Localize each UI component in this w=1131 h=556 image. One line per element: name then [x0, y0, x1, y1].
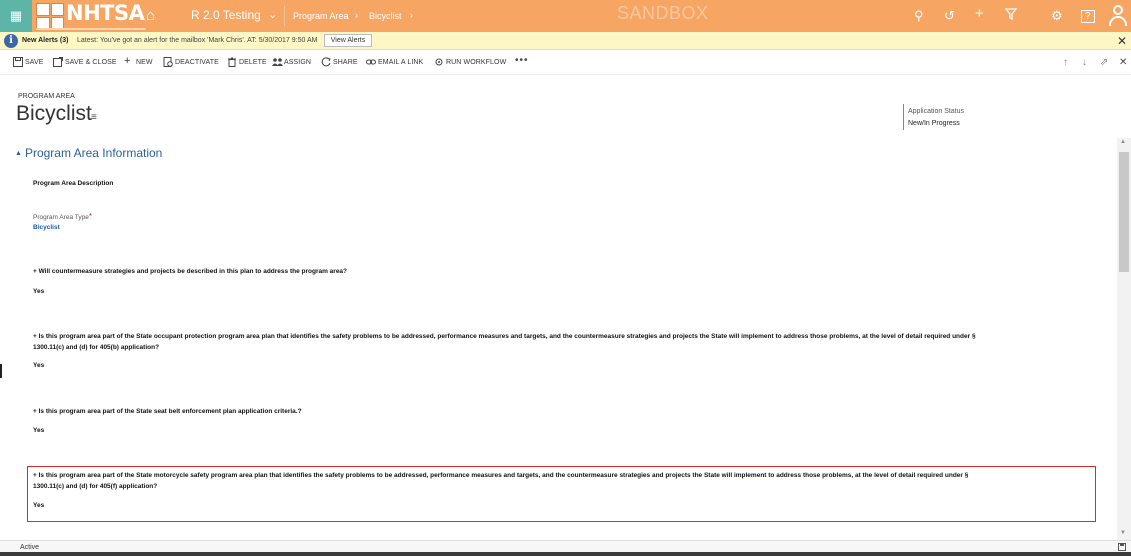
gear-icon[interactable]: ⚙ — [1051, 8, 1063, 24]
cursor-marker — [0, 364, 2, 378]
alert-bar: i New Alerts (3) Latest: You've got an a… — [0, 32, 1131, 50]
plus-icon: + — [124, 55, 131, 67]
breadcrumb-bicyclist[interactable]: Bicyclist — [369, 11, 402, 21]
deactivate-button[interactable]: DEACTIVATE — [163, 57, 219, 67]
save-icon — [13, 57, 23, 67]
program-area-type-label: Program Area Type* — [33, 212, 93, 221]
chevron-down-icon[interactable]: ⌄ — [268, 8, 277, 21]
entity-type-label: PROGRAM AREA — [18, 93, 75, 100]
collapse-arrow-icon[interactable]: ▲ — [15, 150, 22, 157]
waffle-icon[interactable]: ▦ — [0, 0, 32, 32]
answer-motorcycle-safety[interactable]: Yes — [33, 502, 44, 509]
deactivate-icon — [163, 57, 173, 67]
app-name[interactable]: R 2.0 Testing — [191, 8, 261, 22]
info-icon: i — [4, 34, 18, 48]
plus-icon[interactable]: + — [975, 6, 984, 22]
record-status: Active — [20, 544, 40, 551]
scroll-down-icon[interactable]: ▼ — [1120, 530, 1126, 536]
nhtsa-logo-mark — [36, 3, 64, 29]
expand-icon[interactable]: ⇗ — [1100, 57, 1108, 68]
nhtsa-logo[interactable]: NHTSA — [66, 1, 145, 25]
arrow-down-icon[interactable]: ↓ — [1082, 57, 1087, 68]
top-nav-bar: ▦ NHTSA ⌂ R 2.0 Testing ⌄ Program Area ›… — [0, 0, 1131, 32]
close-icon[interactable]: ✕ — [1117, 34, 1127, 48]
status-value: New/In Progress — [908, 120, 960, 127]
people-icon — [272, 57, 283, 67]
logo-underline — [36, 28, 146, 30]
save-close-button[interactable]: SAVE & CLOSE — [53, 57, 117, 67]
answer-seat-belt[interactable]: Yes — [33, 427, 44, 434]
question-motorcycle-safety: + Is this program area part of the State… — [33, 472, 969, 490]
arrow-up-icon[interactable]: ↑ — [1063, 57, 1068, 68]
view-alerts-button[interactable]: View Alerts — [324, 34, 372, 47]
workflow-icon — [434, 57, 444, 67]
scroll-up-icon[interactable]: ▲ — [1120, 139, 1126, 145]
status-label: Application Status — [908, 108, 965, 115]
question-countermeasure: + Will countermeasure strategies and pro… — [33, 268, 348, 275]
section-header[interactable]: ▲ Program Area Information — [15, 146, 162, 160]
delete-button[interactable]: DELETE — [227, 57, 267, 67]
chevron-right-icon: › — [355, 10, 358, 20]
share-icon — [321, 57, 331, 67]
run-workflow-button[interactable]: RUN WORKFLOW — [434, 57, 506, 67]
question-seat-belt: + Is this program area part of the State… — [33, 408, 302, 415]
bottom-edge — [0, 552, 1131, 556]
required-marker: * — [88, 212, 93, 221]
home-icon[interactable]: ⌂ — [146, 7, 155, 24]
program-area-description-label: Program Area Description — [33, 180, 114, 187]
record-title: Bicyclist — [16, 102, 92, 125]
assign-button[interactable]: ASSIGN — [272, 57, 311, 67]
nav-divider — [284, 6, 285, 26]
save-button[interactable]: SAVE — [13, 57, 44, 67]
link-icon — [366, 57, 376, 67]
save-close-icon — [53, 57, 63, 67]
breadcrumb-program-area[interactable]: Program Area — [293, 11, 349, 21]
question-occupant-protection: + Is this program area part of the State… — [33, 333, 976, 351]
section-title: Program Area Information — [24, 146, 163, 160]
filter-icon[interactable] — [1004, 8, 1018, 24]
history-icon[interactable]: ↺ — [944, 8, 955, 24]
answer-occupant-protection[interactable]: Yes — [33, 362, 44, 369]
more-commands-button[interactable]: ••• — [515, 55, 529, 66]
email-link-button[interactable]: EMAIL A LINK — [366, 57, 423, 67]
trash-icon — [227, 57, 237, 67]
header-divider — [903, 104, 904, 130]
user-icon[interactable] — [1109, 5, 1127, 27]
help-icon[interactable]: ? — [1081, 10, 1095, 23]
scrollbar-thumb[interactable] — [1119, 152, 1129, 272]
answer-countermeasure[interactable]: Yes — [33, 288, 44, 295]
chevron-right-icon[interactable]: › — [410, 10, 413, 20]
alert-title: New Alerts (3) — [22, 37, 69, 44]
close-icon[interactable]: ✕ — [1119, 57, 1127, 68]
command-bar: SAVE SAVE & CLOSE + NEW DEACTIVATE DELET… — [0, 51, 1131, 75]
new-button[interactable]: + NEW — [124, 55, 153, 67]
alert-message: Latest: You've got an alert for the mail… — [77, 37, 318, 44]
environment-label: SANDBOX — [617, 3, 709, 23]
program-area-type-value[interactable]: Bicyclist — [33, 224, 60, 231]
search-icon[interactable]: ⚲ — [914, 8, 924, 24]
share-button[interactable]: SHARE — [321, 57, 358, 67]
form-selector-icon[interactable]: ≡ — [91, 112, 97, 123]
